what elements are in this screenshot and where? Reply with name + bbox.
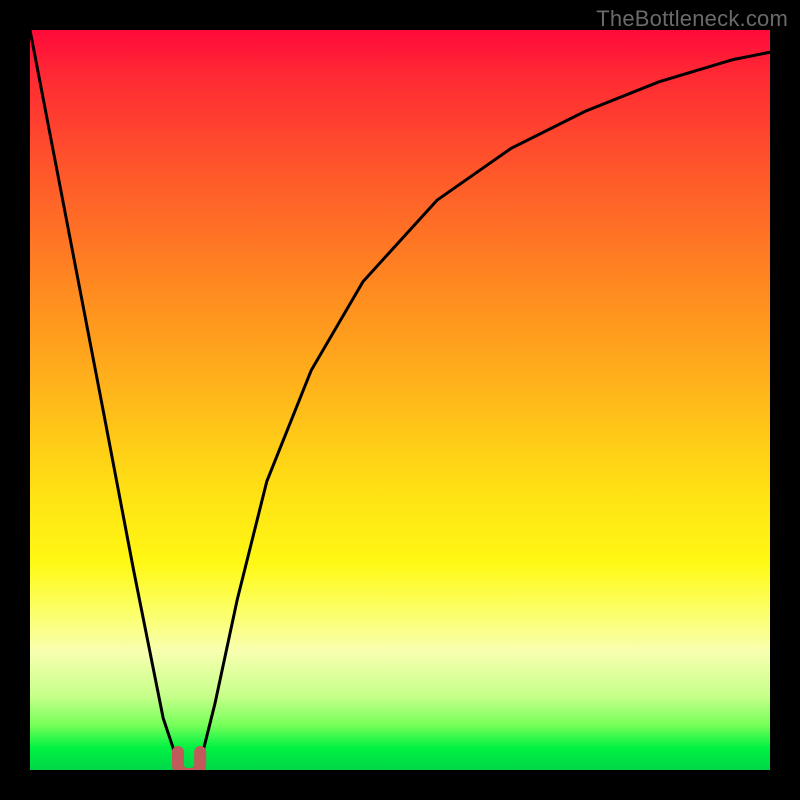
bottleneck-curve [30, 30, 770, 770]
watermark-text: TheBottleneck.com [596, 6, 788, 32]
chart-svg [30, 30, 770, 770]
plot-area [30, 30, 770, 770]
optimal-range-marker [178, 752, 200, 770]
